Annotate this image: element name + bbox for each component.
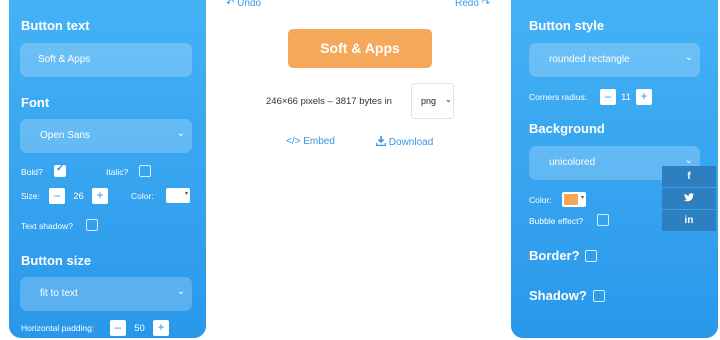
twitter-share-button[interactable]: [662, 188, 716, 209]
font-select[interactable]: Open Sans ⌄: [20, 119, 192, 153]
chevron-down-icon: ⌄: [176, 286, 185, 297]
padding-stepper: – 50 +: [110, 320, 170, 336]
chevron-down-icon: ⌄: [684, 155, 693, 166]
italic-checkbox[interactable]: [139, 165, 151, 177]
button-text-value: Soft & Apps: [38, 54, 91, 65]
corners-radius-label: Corners radius:: [529, 92, 588, 102]
chevron-down-icon: ⌄: [445, 95, 452, 104]
button-size-select[interactable]: fit to text ⌄: [20, 277, 192, 311]
bubble-effect-label: Bubble effect?: [529, 216, 584, 226]
horizontal-padding-label: Horizontal padding:: [21, 323, 95, 333]
left-panel: Button text Soft & Apps Font Open Sans ⌄…: [9, 0, 206, 338]
text-color-swatch: [168, 190, 182, 201]
padding-decrease-button[interactable]: –: [110, 320, 126, 336]
corners-radius-stepper: – 11 +: [600, 89, 652, 105]
caret-down-icon: ▾: [184, 191, 188, 197]
bubble-effect-checkbox[interactable]: [597, 214, 609, 226]
format-select[interactable]: png ⌄: [411, 83, 454, 119]
download-link[interactable]: Download: [375, 136, 434, 148]
background-color-label: Color:: [529, 195, 552, 205]
size-value[interactable]: 26: [66, 191, 91, 202]
undo-label: Undo: [237, 0, 262, 9]
button-text-input[interactable]: Soft & Apps: [20, 43, 192, 77]
size-increase-button[interactable]: +: [92, 188, 108, 204]
font-title: Font: [21, 95, 50, 110]
button-preview: Soft & Apps: [288, 29, 432, 68]
corners-increase-button[interactable]: +: [636, 89, 652, 105]
corners-value[interactable]: 11: [617, 92, 635, 103]
bold-label: Bold?: [21, 167, 43, 177]
facebook-share-button[interactable]: f: [662, 166, 716, 187]
facebook-icon: f: [687, 171, 691, 182]
embed-link[interactable]: </> Embed: [286, 136, 335, 147]
text-color-picker[interactable]: ▾: [166, 188, 190, 203]
button-size-value: fit to text: [40, 288, 78, 299]
border-title: Border?: [529, 248, 580, 263]
corners-decrease-button[interactable]: –: [600, 89, 616, 105]
chevron-down-icon: ⌄: [176, 128, 185, 139]
redo-button[interactable]: Redo ↷: [455, 0, 490, 9]
italic-label: Italic?: [106, 167, 129, 177]
button-text-title: Button text: [21, 18, 90, 33]
format-value: png: [421, 96, 437, 106]
redo-icon: ↷: [481, 0, 491, 9]
button-style-select[interactable]: rounded rectangle ⌄: [529, 43, 700, 77]
background-color-picker[interactable]: ▾: [562, 192, 586, 207]
caret-down-icon: ▾: [580, 195, 584, 201]
font-value: Open Sans: [40, 130, 91, 141]
download-icon: [375, 136, 387, 147]
background-title: Background: [529, 121, 605, 136]
shadow-checkbox[interactable]: [593, 290, 605, 302]
size-stepper: – 26 +: [49, 188, 109, 204]
bold-checkbox[interactable]: [54, 163, 66, 177]
text-shadow-checkbox[interactable]: [86, 219, 98, 231]
chevron-down-icon: ⌄: [684, 52, 693, 63]
undo-button[interactable]: ↶ Undo: [226, 0, 261, 9]
size-decrease-button[interactable]: –: [49, 188, 65, 204]
padding-increase-button[interactable]: +: [153, 320, 169, 336]
button-size-title: Button size: [21, 253, 92, 268]
background-color-swatch: [564, 194, 578, 205]
redo-label: Redo: [455, 0, 479, 9]
size-label: Size:: [21, 191, 40, 201]
image-info: 246×66 pixels – 3817 bytes in: [266, 96, 392, 107]
padding-value[interactable]: 50: [127, 323, 152, 334]
background-value: unicolored: [549, 157, 596, 168]
linkedin-share-button[interactable]: in: [662, 210, 716, 231]
undo-icon: ↶: [226, 0, 235, 9]
border-checkbox[interactable]: [585, 250, 597, 262]
button-style-value: rounded rectangle: [549, 54, 630, 65]
text-color-label: Color:: [131, 191, 154, 201]
download-label: Download: [388, 137, 434, 148]
shadow-title: Shadow?: [529, 288, 587, 303]
text-shadow-label: Text shadow?: [21, 221, 73, 231]
button-style-title: Button style: [529, 18, 605, 33]
twitter-icon: [684, 193, 694, 202]
linkedin-icon: in: [684, 215, 694, 226]
